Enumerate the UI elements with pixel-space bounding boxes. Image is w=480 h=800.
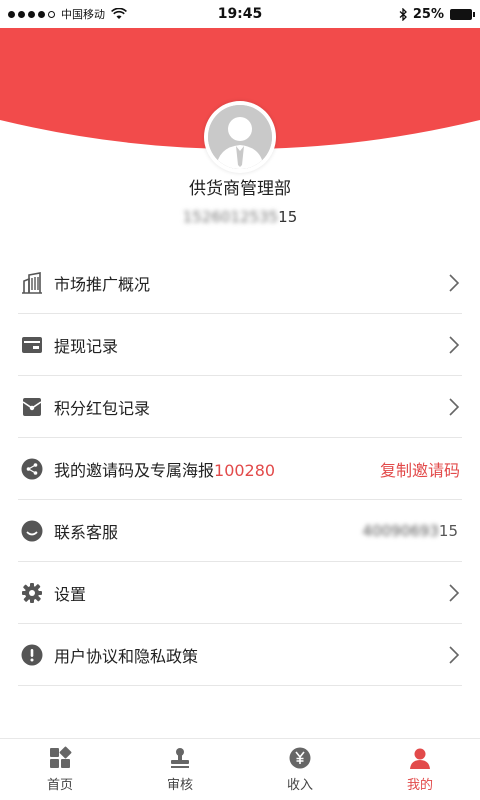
chevron-right-icon bbox=[449, 583, 460, 602]
menu-label: 我的邀请码及专属海报100280 bbox=[54, 457, 380, 481]
wifi-icon bbox=[111, 8, 127, 19]
tab-label: 收入 bbox=[286, 778, 313, 793]
menu-item-service[interactable]: 联系客服 4009069315 bbox=[18, 500, 462, 562]
service-phone-visible: 15 bbox=[438, 521, 458, 540]
tab-review[interactable]: 审核 bbox=[120, 739, 240, 800]
service-phone: 4009069315 bbox=[363, 522, 458, 540]
exclamation-icon bbox=[20, 643, 44, 667]
signal-strength-icon bbox=[8, 10, 55, 18]
invite-code: 100280 bbox=[214, 460, 276, 480]
menu-item-withdraw[interactable]: 提现记录 bbox=[18, 314, 462, 376]
menu-label: 联系客服 bbox=[54, 522, 119, 542]
tab-income[interactable]: 收入 bbox=[240, 739, 360, 800]
tab-label: 我的 bbox=[406, 778, 433, 793]
tab-label: 首页 bbox=[46, 778, 73, 793]
battery-percent: 25% bbox=[412, 6, 444, 22]
customer-service-icon bbox=[20, 519, 44, 543]
yuan-coin-icon bbox=[289, 747, 311, 769]
chevron-right-icon bbox=[449, 645, 460, 664]
invite-label-text: 我的邀请码及专属海报 bbox=[54, 460, 215, 480]
tab-label: 审核 bbox=[166, 778, 193, 793]
menu-item-points[interactable]: 积分红包记录 bbox=[18, 376, 462, 438]
avatar[interactable] bbox=[204, 101, 276, 173]
menu-label: 用户协议和隐私政策 bbox=[54, 646, 199, 666]
bluetooth-icon bbox=[399, 7, 407, 21]
tab-mine[interactable]: 我的 bbox=[360, 739, 480, 800]
phone-masked: 1526012535 bbox=[182, 208, 279, 226]
profile-menu: 市场推广概况 提现记录 积分红包记录 我的邀请码及专属海报100280 复制邀请… bbox=[18, 252, 462, 686]
menu-label: 设置 bbox=[54, 584, 87, 604]
user-name: 供货商管理部 bbox=[189, 179, 291, 199]
carrier-name: 中国移动 bbox=[61, 8, 105, 21]
menu-item-market[interactable]: 市场推广概况 bbox=[18, 252, 462, 314]
menu-label: 提现记录 bbox=[54, 336, 119, 356]
chevron-right-icon bbox=[449, 335, 460, 354]
menu-label: 积分红包记录 bbox=[54, 398, 151, 418]
bottom-tab-bar: 首页 审核 收入 我的 bbox=[0, 738, 480, 800]
gear-icon bbox=[20, 581, 44, 605]
building-icon bbox=[20, 271, 44, 295]
menu-item-agreement[interactable]: 用户协议和隐私政策 bbox=[18, 624, 462, 686]
phone-visible: 15 bbox=[278, 208, 298, 226]
menu-label: 市场推广概况 bbox=[54, 274, 151, 294]
service-phone-masked: 40090693 bbox=[362, 521, 439, 540]
user-phone: 152601253515 bbox=[0, 208, 480, 226]
chevron-right-icon bbox=[449, 273, 460, 292]
user-icon bbox=[410, 748, 430, 769]
chevron-right-icon bbox=[449, 397, 460, 416]
menu-item-invite[interactable]: 我的邀请码及专属海报100280 复制邀请码 bbox=[18, 438, 462, 500]
share-icon bbox=[20, 457, 44, 481]
wallet-icon bbox=[20, 333, 44, 357]
default-avatar-icon bbox=[208, 105, 272, 169]
stamp-icon bbox=[171, 748, 189, 768]
copy-invite-code-button[interactable]: 复制邀请码 bbox=[380, 457, 460, 481]
red-envelope-icon bbox=[20, 395, 44, 419]
status-bar: 中国移动 19:45 25% bbox=[0, 0, 480, 28]
home-grid-icon bbox=[50, 746, 72, 768]
tab-home[interactable]: 首页 bbox=[0, 739, 120, 800]
battery-icon bbox=[450, 8, 475, 20]
menu-item-settings[interactable]: 设置 bbox=[18, 562, 462, 624]
